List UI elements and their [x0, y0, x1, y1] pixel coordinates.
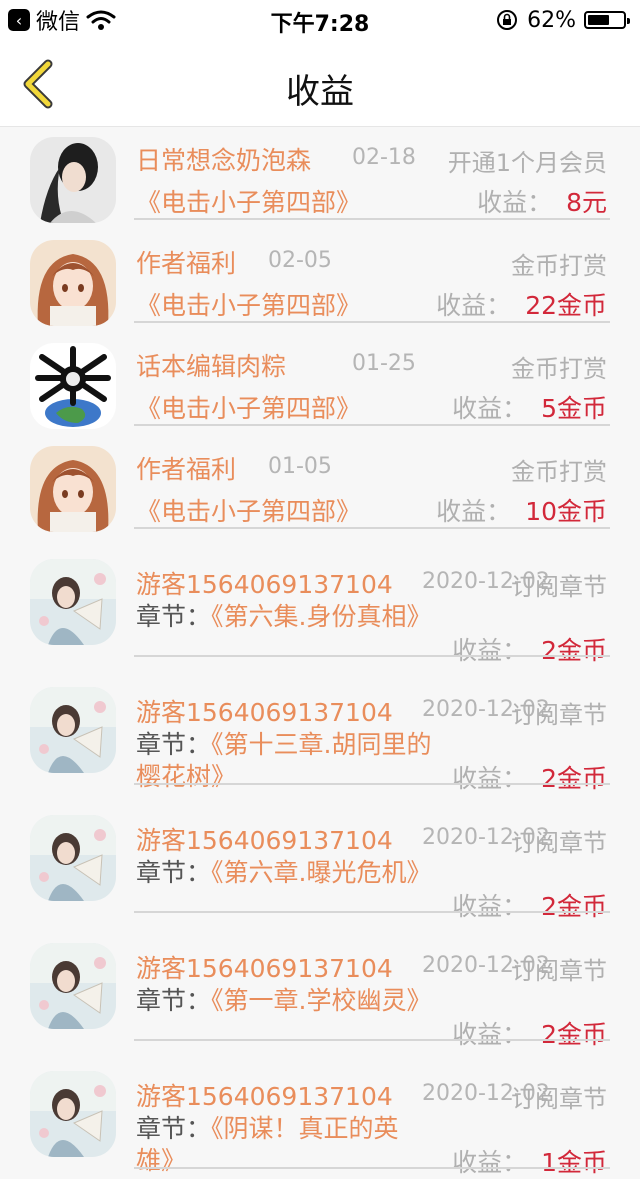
chapter-title[interactable]: 《第一章.学校幽灵》 — [211, 986, 431, 1015]
date: 01-25 — [352, 351, 416, 376]
avatar[interactable] — [30, 943, 116, 1029]
avatar[interactable] — [30, 815, 116, 901]
earnings-row[interactable]: 游客1564069137104 2020-12-02 订阅章节 章节：《第一章.学校幽… — [0, 923, 640, 1051]
row-divider — [134, 1039, 610, 1041]
earning-label: 收益： — [452, 394, 528, 423]
chapter-label: 章节： — [136, 986, 212, 1015]
row-divider — [134, 911, 610, 913]
earning-type: 订阅章节 — [511, 701, 607, 729]
earning-label: 收益： — [452, 892, 528, 921]
avatar[interactable] — [30, 687, 116, 773]
earning-label: 收益： — [436, 291, 512, 320]
earning-label: 收益： — [452, 636, 528, 665]
user-name: 作者福利 — [136, 455, 237, 484]
earning-type: 金币打赏 — [511, 355, 607, 383]
battery-icon — [584, 11, 630, 29]
earning: 收益： 10金币 — [436, 492, 607, 528]
page-title: 收益 — [286, 72, 354, 112]
earning-type: 订阅章节 — [511, 573, 607, 601]
earning-amount: 10金币 — [525, 497, 607, 526]
earning-amount: 1金币 — [541, 1148, 607, 1177]
chapter-label: 章节： — [136, 1114, 212, 1143]
earnings-row[interactable]: 游客1564069137104 2020-12-02 订阅章节 章节：《第六集.身份真… — [0, 539, 640, 667]
battery-level — [588, 15, 610, 25]
user-name: 作者福利 — [136, 249, 237, 278]
book-title[interactable]: 《电击小子第四部》 — [136, 389, 361, 425]
earning-type: 金币打赏 — [511, 458, 607, 486]
earning-amount: 22金币 — [525, 291, 607, 320]
user-name: 游客1564069137104 — [136, 698, 393, 727]
user-name: 游客1564069137104 — [136, 1082, 393, 1111]
earning-label: 收益： — [477, 188, 553, 217]
nav-bar: 收益 — [0, 40, 640, 127]
earning-label: 收益： — [452, 1148, 528, 1177]
earnings-row[interactable]: 游客1564069137104 2020-12-02 订阅章节 章节：《阴谋！真正的英… — [0, 1051, 640, 1179]
row-divider — [134, 655, 610, 657]
row-divider — [134, 218, 610, 220]
avatar[interactable] — [30, 446, 116, 532]
earning-amount: 8元 — [566, 188, 607, 217]
row-divider — [134, 321, 610, 323]
earnings-row[interactable]: 作者福利 01-05 金币打赏《电击小子第四部》 收益： 10金币 — [0, 436, 640, 539]
chapter-label: 章节： — [136, 858, 212, 887]
earnings-row[interactable]: 游客1564069137104 2020-12-02 订阅章节 章节：《第六章.曝光危… — [0, 795, 640, 923]
earning-amount: 5金币 — [541, 394, 607, 423]
earning-label: 收益： — [436, 497, 512, 526]
avatar[interactable] — [30, 1071, 116, 1157]
chapter-info: 章节：《第一章.学校幽灵》 — [136, 985, 436, 1017]
user-name: 游客1564069137104 — [136, 826, 393, 855]
earning-type: 金币打赏 — [511, 252, 607, 280]
earning-amount: 2金币 — [541, 1020, 607, 1049]
avatar[interactable] — [30, 343, 116, 429]
earning: 收益： 1金币 — [452, 1143, 607, 1179]
earning: 收益： 8元 — [477, 183, 607, 219]
date: 02-05 — [268, 248, 332, 273]
earning-label: 收益： — [452, 1020, 528, 1049]
earnings-row[interactable]: 日常想念奶泡森 02-18 开通1个月会员《电击小子第四部》 收益： 8元 — [0, 127, 640, 230]
user-name: 日常想念奶泡森 — [136, 146, 312, 175]
row-divider — [134, 424, 610, 426]
earning: 收益： 2金币 — [452, 631, 607, 667]
earnings-row[interactable]: 话本编辑肉粽 01-25 金币打赏《电击小子第四部》 收益： 5金币 — [0, 333, 640, 436]
user-name: 话本编辑肉粽 — [136, 352, 287, 381]
book-title[interactable]: 《电击小子第四部》 — [136, 183, 361, 219]
status-right: 62% — [495, 6, 630, 34]
date: 01-05 — [268, 454, 332, 479]
chapter-info: 章节：《第六章.曝光危机》 — [136, 857, 436, 889]
date: 02-18 — [352, 145, 416, 170]
chapter-info: 章节：《第六集.身份真相》 — [136, 601, 436, 633]
earning-type: 订阅章节 — [511, 957, 607, 985]
earning-amount: 2金币 — [541, 636, 607, 665]
earning-amount: 2金币 — [541, 764, 607, 793]
chapter-label: 章节： — [136, 602, 212, 631]
earnings-row[interactable]: 游客1564069137104 2020-12-02 订阅章节 章节：《第十三章.胡同… — [0, 667, 640, 795]
row-divider — [134, 783, 610, 785]
earning-amount: 2金币 — [541, 892, 607, 921]
earning: 收益： 2金币 — [452, 887, 607, 923]
earning-label: 收益： — [452, 764, 528, 793]
chapter-title[interactable]: 《第六章.曝光危机》 — [211, 858, 431, 887]
avatar[interactable] — [30, 137, 116, 223]
chapter-label: 章节： — [136, 730, 212, 759]
chapter-title[interactable]: 《第六集.身份真相》 — [211, 602, 431, 631]
earning: 收益： 2金币 — [452, 1015, 607, 1051]
user-name: 游客1564069137104 — [136, 570, 393, 599]
orientation-lock-icon — [497, 10, 518, 30]
avatar[interactable] — [30, 240, 116, 326]
earning-type: 订阅章节 — [511, 1085, 607, 1113]
earning: 收益： 2金币 — [452, 759, 607, 795]
row-divider — [134, 1167, 610, 1169]
user-name: 游客1564069137104 — [136, 954, 393, 983]
earning-type: 订阅章节 — [511, 829, 607, 857]
earning: 收益： 22金币 — [436, 286, 607, 322]
earnings-row[interactable]: 作者福利 02-05 金币打赏《电击小子第四部》 收益： 22金币 — [0, 230, 640, 333]
book-title[interactable]: 《电击小子第四部》 — [136, 492, 361, 528]
battery-percent: 62% — [527, 7, 576, 33]
avatar[interactable] — [30, 559, 116, 645]
earning-type: 开通1个月会员 — [447, 149, 607, 177]
book-title[interactable]: 《电击小子第四部》 — [136, 286, 361, 322]
earning: 收益： 5金币 — [452, 389, 607, 425]
status-bar: ‹ 微信 下午7:28 62% — [0, 0, 640, 40]
row-divider — [134, 527, 610, 529]
